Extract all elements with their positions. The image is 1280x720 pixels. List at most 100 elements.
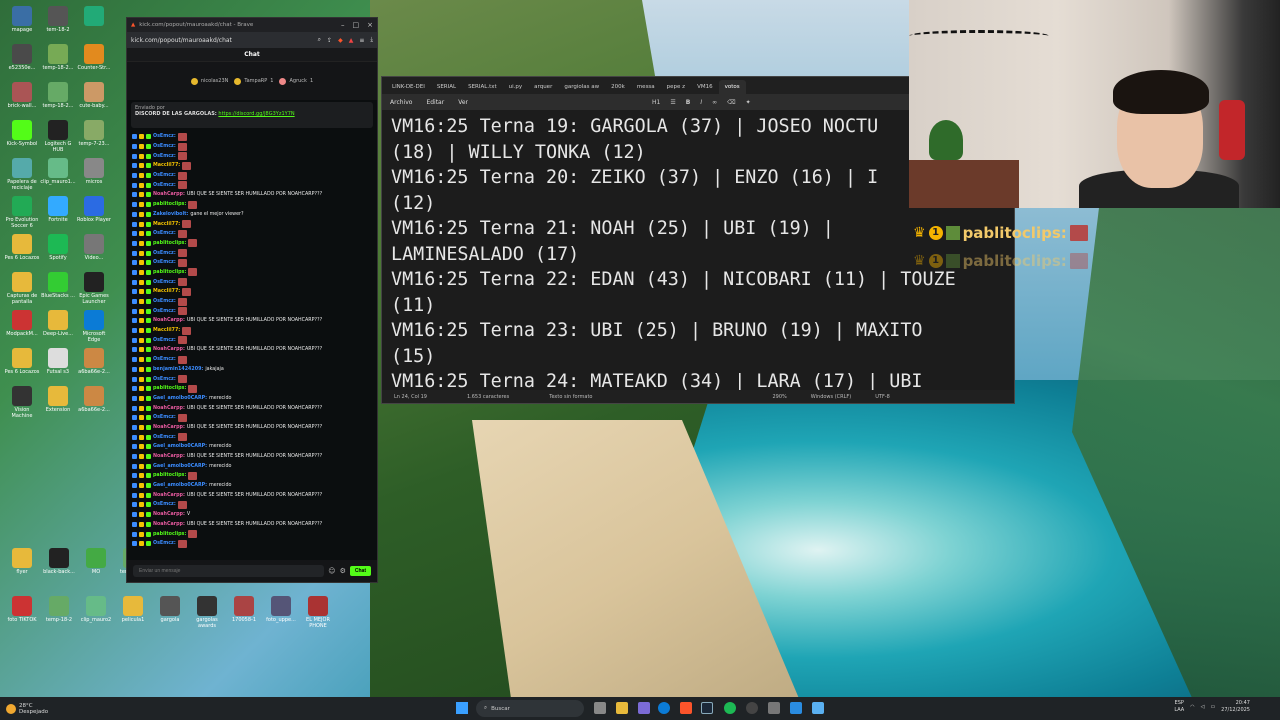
chat-message-input[interactable] (133, 565, 325, 577)
chat-username[interactable]: OsEmcz: (153, 183, 176, 188)
chat-message[interactable]: pablitoclips: (132, 239, 372, 249)
notepad-tab[interactable]: ui.py (503, 80, 529, 94)
chat-username[interactable]: Macclil77: (153, 222, 180, 227)
notepad-tab[interactable]: LINK-DE-DEI (386, 80, 431, 94)
desktop-icon[interactable]: Epic Games Launcher (76, 272, 112, 305)
chat-message[interactable]: benjamin1424209: jakajaja (132, 365, 372, 375)
notepad-tab[interactable]: SERIAL (431, 80, 462, 94)
file-explorer-icon[interactable] (616, 702, 628, 714)
gifter-2[interactable]: TampaRP 1 (234, 77, 273, 85)
chat-titlebar[interactable]: ▲ kick.com/popout/mauroaakd/chat - Brave… (127, 18, 377, 32)
desktop-icon[interactable]: e52350e... (4, 44, 40, 72)
chat-message[interactable]: OsEmcz: (132, 539, 372, 549)
desktop-icon[interactable]: Kick-Symbol (4, 120, 40, 148)
chat-username[interactable]: OsEmcz: (153, 435, 176, 440)
chat-username[interactable]: OsEmcz: (153, 377, 176, 382)
download-icon[interactable]: ⤓ (370, 36, 373, 44)
menu-archivo[interactable]: Archivo (390, 99, 412, 106)
desktop-icon[interactable]: mapage (4, 6, 40, 34)
desktop-icon[interactable]: Fortnite (40, 196, 76, 224)
notepad-tab[interactable]: VM16 (691, 80, 719, 94)
url-text[interactable]: kick.com/popout/mauroaakd/chat (131, 37, 312, 44)
terminal-icon[interactable] (768, 702, 780, 714)
chat-message[interactable]: Macclil77: (132, 219, 372, 229)
desktop-icon[interactable]: Vision Machine (4, 386, 40, 419)
pinned-message[interactable]: Enviado por DISCORD DE LAS GARGOLAS: htt… (131, 102, 373, 128)
notepad-icon[interactable] (812, 702, 824, 714)
battery-icon[interactable]: ▭ (1210, 704, 1215, 710)
chat-urlbar[interactable]: kick.com/popout/mauroaakd/chat ⌕ ⇪ ◆ ▲ ≡… (127, 32, 377, 48)
chat-message[interactable]: pablitoclips: (132, 384, 372, 394)
chat-username[interactable]: NoahCarpp: (153, 347, 185, 352)
chat-username[interactable]: OsEmcz: (153, 299, 176, 304)
desktop-icon[interactable]: brick-wall... (4, 82, 40, 110)
chat-username[interactable]: NoahCarpp: (153, 493, 185, 498)
chat-messages[interactable]: OsEmcz: OsEmcz: OsEmcz: Macclil77: OsEmcz: Os… (127, 130, 377, 560)
desktop-icon[interactable]: Extension (40, 386, 76, 414)
chat-message[interactable]: OsEmcz: (132, 258, 372, 268)
desktop-icon[interactable]: Futsal s3 (40, 348, 76, 376)
menu-icon[interactable]: ≡ (359, 37, 364, 44)
chat-window[interactable]: ▲ kick.com/popout/mauroaakd/chat - Brave… (126, 17, 378, 583)
desktop-icon[interactable]: temp-7-23... (76, 120, 112, 148)
chat-message[interactable]: OsEmcz: (132, 413, 372, 423)
discord-link[interactable]: https://discord.gg/J8G3Yz1Y7N (218, 111, 294, 117)
chat-username[interactable]: NoahCarpp: (153, 192, 185, 197)
chat-username[interactable]: Gael_amolbo0CARP: (153, 483, 207, 488)
wifi-icon[interactable]: ◠ (1190, 704, 1194, 710)
chat-username[interactable]: OsEmcz: (153, 309, 176, 314)
desktop-icon[interactable]: ModpackM... (4, 310, 40, 338)
chat-username[interactable]: OsEmcz: (153, 415, 176, 420)
chat-message[interactable]: Gael_amolbo0CARP: merecido (132, 394, 372, 404)
desktop-icon[interactable]: flyer (4, 548, 40, 576)
chat-username[interactable]: pablitoclips: (153, 473, 186, 478)
desktop-icon[interactable]: Counter-Str... (76, 44, 112, 72)
chat-username[interactable]: OsEmcz: (153, 134, 176, 139)
desktop-icon[interactable]: Spotify (40, 234, 76, 262)
chat-username[interactable]: NoahCarpp: (153, 522, 185, 527)
chat-username[interactable]: benjamin1424209: (153, 367, 203, 372)
chat-message[interactable]: OsEmcz: (132, 335, 372, 345)
chat-message[interactable]: pablitoclips: (132, 529, 372, 539)
chat-message[interactable]: OsEmcz: (132, 132, 372, 142)
share-icon[interactable]: ⇪ (327, 37, 332, 44)
chat-username[interactable]: OsEmcz: (153, 357, 176, 362)
chat-message[interactable]: NoahCarpp: V (132, 510, 372, 520)
chat-message[interactable]: OsEmcz: (132, 355, 372, 365)
desktop-icon[interactable]: cute-baby... (76, 82, 112, 110)
desktop-icon[interactable]: black-back... (41, 548, 77, 576)
desktop-icon[interactable]: Roblox Player (76, 196, 112, 224)
chat-username[interactable]: OsEmcz: (153, 280, 176, 285)
gifter-1[interactable]: nicolas23N (190, 77, 228, 85)
desktop-icon[interactable]: MO (78, 548, 114, 576)
chat-message[interactable]: Zakelovibolt: gane el mejor viewer? (132, 210, 372, 220)
chat-message[interactable]: NoahCarpp: UBI QUE SE SIENTE SER HUMILLAD… (132, 345, 372, 355)
edge-icon[interactable] (658, 702, 670, 714)
bold-icon[interactable]: B (686, 99, 691, 106)
chat-username[interactable]: OsEmcz: (153, 260, 176, 265)
chat-username[interactable]: pablitoclips: (153, 241, 186, 246)
desktop-icon[interactable]: temp-18-2 (41, 596, 77, 624)
chat-message[interactable]: Gael_amolbo0CARP: merecido (132, 481, 372, 491)
desktop-icon[interactable]: clip_mauro1... (40, 158, 76, 186)
chat-message[interactable]: OsEmcz: (132, 374, 372, 384)
link-icon[interactable]: ∞ (712, 99, 717, 106)
chat-username[interactable]: Macclil77: (153, 289, 180, 294)
desktop-icon[interactable]: foto TIKTOK (4, 596, 40, 624)
desktop-icon[interactable]: temp-18-2... (40, 44, 76, 72)
chat-username[interactable]: OsEmcz: (153, 541, 176, 546)
brave-shield-icon[interactable]: ◆ (338, 37, 343, 44)
language-indicator[interactable]: ESP LAA (1174, 700, 1184, 713)
chat-message[interactable]: Macclil77: (132, 326, 372, 336)
emote-icon[interactable]: ☺ (328, 567, 335, 575)
chat-message[interactable]: NoahCarpp: UBI QUE SE SIENTE SER HUMILLAD… (132, 423, 372, 433)
notepad-tab[interactable]: 200k (605, 80, 631, 94)
chat-message[interactable]: NoahCarpp: UBI QUE SE SIENTE SER HUMILLAD… (132, 452, 372, 462)
chat-message[interactable]: NoahCarpp: UBI QUE SE SIENTE SER HUMILLAD… (132, 520, 372, 530)
chat-username[interactable]: NoahCarpp: (153, 318, 185, 323)
widgets-icon[interactable] (638, 702, 650, 714)
chat-message[interactable]: pablitoclips: (132, 471, 372, 481)
desktop-icon[interactable]: gargola (152, 596, 188, 624)
heading-select[interactable]: H1 (652, 99, 660, 106)
chat-username[interactable]: Macclil77: (153, 328, 180, 333)
